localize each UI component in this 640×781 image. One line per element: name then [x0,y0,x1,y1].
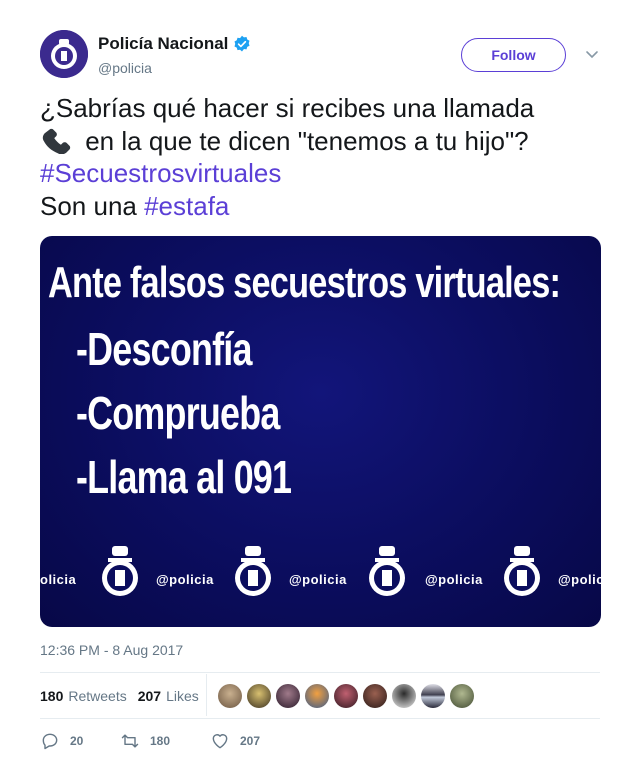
media-logo-strip: olicia @policia @policia @policia @polic [40,536,601,606]
liker-avatar[interactable] [363,684,387,708]
retweet-icon [121,734,139,748]
tweet-text-line-2: en la que te dicen "tenemos a tu hijo"? [40,125,610,158]
hashtag-link[interactable]: #Secuestrosvirtuales [40,157,610,190]
stats-separator [206,674,207,716]
police-emblem-icon [369,546,405,596]
tweet-header: Policía Nacional @policia Follow [40,30,610,82]
policia-wordmark: @policia [156,572,214,587]
display-name-row: Policía Nacional [98,34,251,54]
display-name[interactable]: Policía Nacional [98,34,228,54]
user-handle[interactable]: @policia [98,60,152,76]
tweet-actions: 20 180 207 [40,731,290,751]
policia-wordmark: @policia [425,572,483,587]
telephone-receiver-icon [42,128,71,154]
police-emblem-icon [504,546,540,596]
like-button[interactable]: 207 [210,731,290,751]
likes-label[interactable]: Likes [166,688,199,704]
like-count: 207 [240,734,261,748]
retweets-count[interactable]: 180 [40,688,63,704]
reply-icon [42,733,58,750]
heart-icon [212,734,228,749]
divider [40,718,600,719]
liker-avatar[interactable] [276,684,300,708]
chevron-down-icon[interactable] [584,46,600,62]
media-bullet: -Comprueba [76,387,280,439]
reply-count: 20 [70,734,84,748]
tweet-text-line-2-text: en la que te dicen "tenemos a tu hijo"? [78,125,529,156]
tweet-text: ¿Sabrías qué hacer si recibes una llamad… [40,92,610,222]
tweet-text-line-1: ¿Sabrías qué hacer si recibes una llamad… [40,93,535,123]
media-bullet: -Llama al 091 [76,451,292,503]
retweet-count: 180 [150,734,171,748]
follow-button[interactable]: Follow [461,38,566,72]
police-emblem-icon [235,546,271,596]
liker-avatar[interactable] [421,684,445,708]
media-headline: Ante falsos secuestros virtuales: [48,258,561,307]
likers-avatars [218,684,479,708]
media-bullet: -Desconfía [76,323,252,375]
tweet-timestamp[interactable]: 12:36 PM - 8 Aug 2017 [40,642,183,658]
liker-avatar[interactable] [334,684,358,708]
policia-wordmark: olicia [40,572,77,587]
policia-wordmark: @polic [558,572,601,587]
police-emblem-icon [102,546,138,596]
tweet-text-line-4-prefix: Son una [40,190,145,221]
likes-count[interactable]: 207 [138,688,161,704]
liker-avatar[interactable] [218,684,242,708]
liker-avatar[interactable] [392,684,416,708]
liker-avatar[interactable] [247,684,271,708]
tweet-media-image[interactable]: Ante falsos secuestros virtuales: -Desco… [40,236,601,627]
tweet-stats: 180 Retweets 207 Likes [40,686,210,706]
retweet-button[interactable]: 180 [120,731,210,751]
divider [40,672,600,673]
reply-button[interactable]: 20 [40,731,120,751]
liker-avatar[interactable] [305,684,329,708]
retweets-label[interactable]: Retweets [68,688,126,704]
profile-avatar[interactable] [40,30,88,78]
verified-badge-icon [234,35,250,52]
policia-wordmark: @policia [289,572,347,587]
police-crest-icon [40,30,88,78]
liker-avatar[interactable] [450,684,474,708]
tweet-text-line-4: Son una #estafa [40,190,610,223]
hashtag-link[interactable]: #estafa [144,191,229,221]
